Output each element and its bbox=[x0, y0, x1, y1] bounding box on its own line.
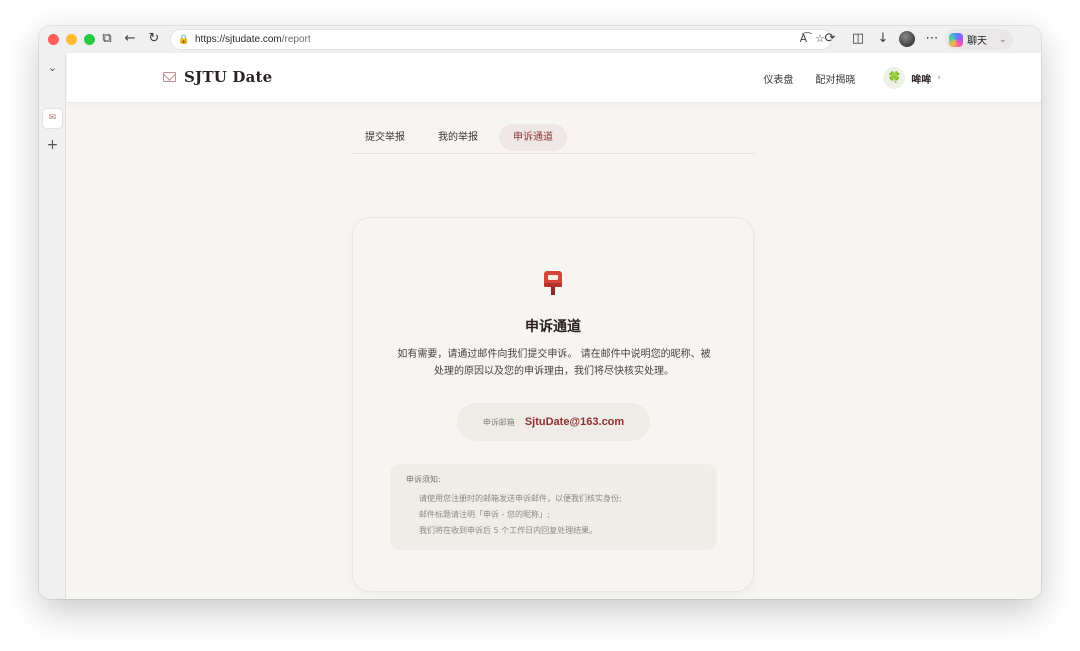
copilot-icon bbox=[949, 32, 963, 47]
profile-avatar[interactable] bbox=[899, 31, 915, 47]
appeal-description-line: 处理的原因以及您的申诉理由，我们将尽快核实处理。 bbox=[434, 366, 674, 377]
appeal-description-line: 如有需要，请通过邮件向我们提交申诉。 请在邮件中说明您的昵称、被 bbox=[397, 349, 711, 360]
lock-icon: 🔒 bbox=[178, 34, 190, 45]
notice-item: 邮件标题请注明「申诉 - 您的昵称」; bbox=[419, 510, 550, 519]
page-viewport: SJTU Date 仪表盘 配对揭晓 🍀 哞哞 › 提交举报 我的举报 申诉通道 bbox=[67, 53, 1041, 599]
tab-appeal-channel[interactable]: 申诉通道 bbox=[499, 124, 567, 151]
sidebar-tab-sjtudate[interactable]: ✉ bbox=[42, 108, 63, 129]
brand[interactable]: SJTU Date bbox=[163, 68, 272, 86]
split-screen-icon[interactable]: ◫ bbox=[850, 31, 866, 47]
appeal-notice: 申诉须知: 请使用您注册时的邮箱发送申诉邮件，以便我们核实身份; 邮件标题请注明… bbox=[390, 464, 717, 550]
browser-toolbar: ⧉ ← ↻ 🔒 https://sjtudate.com/report A͡ ☆… bbox=[39, 26, 1041, 53]
nav-match-reveal[interactable]: 配对揭晓 bbox=[815, 71, 855, 86]
tab-submit-report[interactable]: 提交举报 bbox=[351, 124, 419, 151]
nav-dashboard[interactable]: 仪表盘 bbox=[763, 71, 793, 86]
address-bar[interactable]: 🔒 https://sjtudate.com/report A͡ ☆ bbox=[170, 29, 832, 50]
download-icon[interactable]: ↓ bbox=[875, 31, 891, 47]
more-menu-icon[interactable]: ⋯ bbox=[924, 31, 940, 47]
chevron-down-icon[interactable]: ⌄ bbox=[45, 60, 60, 75]
copilot-chat-button[interactable]: 聊天 ⌄ bbox=[945, 29, 1013, 50]
chat-label: 聊天 bbox=[967, 36, 987, 47]
extensions-icon[interactable]: ⟳ bbox=[822, 31, 838, 47]
reload-icon[interactable]: ↻ bbox=[146, 31, 162, 47]
site-header: SJTU Date 仪表盘 配对揭晓 🍀 哞哞 › bbox=[67, 53, 1041, 103]
appeal-email-label: 申诉邮箱 bbox=[482, 417, 515, 427]
new-tab-plus-icon[interactable]: + bbox=[45, 138, 60, 153]
envelope-icon bbox=[163, 72, 176, 82]
appeal-description: 如有需要，请通过邮件向我们提交申诉。 请在邮件中说明您的昵称、被 处理的原因以及… bbox=[387, 346, 721, 380]
notice-title: 申诉须知: bbox=[406, 475, 441, 484]
tab-my-reports[interactable]: 我的举报 bbox=[424, 124, 492, 151]
tab-actions-icon[interactable]: ⧉ bbox=[99, 31, 115, 47]
user-menu[interactable]: 🍀 哞哞 › bbox=[883, 67, 941, 89]
chevron-down-icon[interactable]: ⌄ bbox=[999, 35, 1007, 45]
user-avatar: 🍀 bbox=[883, 67, 906, 89]
postbox-icon bbox=[544, 271, 562, 295]
browser-window: ⧉ ← ↻ 🔒 https://sjtudate.com/report A͡ ☆… bbox=[39, 26, 1041, 599]
notice-item: 请使用您注册时的邮箱发送申诉邮件，以便我们核实身份; bbox=[419, 494, 622, 503]
maximize-window-button[interactable] bbox=[84, 34, 95, 45]
appeal-title: 申诉通道 bbox=[525, 319, 581, 335]
appeal-email-pill[interactable]: 申诉邮箱 SjtuDate@163.com bbox=[457, 403, 650, 441]
report-tabs: 提交举报 我的举报 申诉通道 bbox=[351, 124, 755, 154]
minimize-window-button[interactable] bbox=[66, 34, 77, 45]
notice-item: 我们将在收到申诉后 5 个工作日内回复处理结果。 bbox=[419, 526, 598, 535]
url-path: /report bbox=[281, 34, 311, 45]
read-aloud-icon[interactable]: A͡ bbox=[800, 32, 808, 45]
appeal-email-address[interactable]: SjtuDate@163.com bbox=[525, 416, 624, 428]
window-controls bbox=[48, 34, 95, 45]
url-host: https://sjtudate.com bbox=[195, 34, 282, 45]
brand-name: SJTU Date bbox=[184, 68, 273, 86]
back-arrow-icon[interactable]: ← bbox=[122, 31, 138, 47]
url-text: https://sjtudate.com/report bbox=[195, 34, 311, 45]
close-window-button[interactable] bbox=[48, 34, 59, 45]
top-nav: 仪表盘 配对揭晓 🍀 哞哞 › bbox=[763, 53, 1041, 103]
appeal-card: 申诉通道 如有需要，请通过邮件向我们提交申诉。 请在邮件中说明您的昵称、被 处理… bbox=[352, 217, 754, 592]
chevron-right-icon: › bbox=[937, 73, 941, 83]
user-name: 哞哞 bbox=[911, 74, 932, 86]
vertical-tabs-sidebar: ⌄ ✉ + bbox=[39, 53, 66, 599]
